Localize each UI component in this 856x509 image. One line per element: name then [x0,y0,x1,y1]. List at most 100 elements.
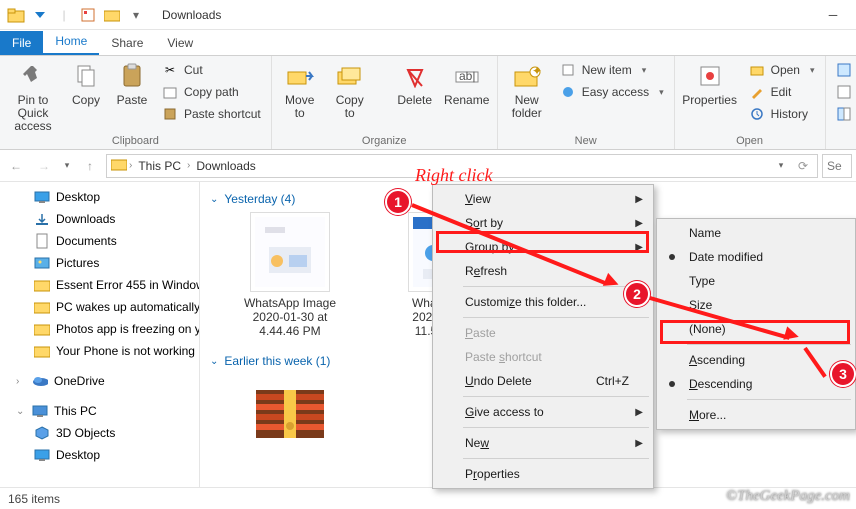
delete-button[interactable]: Delete [393,60,437,107]
copyto-icon [334,60,366,92]
crumb-downloads[interactable]: Downloads [192,159,259,173]
ctxsub-type[interactable]: Type [659,269,853,293]
recent-button[interactable]: ▾ [60,154,74,178]
new-folder-button[interactable]: ✦New folder [504,60,550,120]
anno-rightclick-label: Right click [415,165,492,186]
easy-access-button[interactable]: Easy access▾ [556,82,668,102]
ctxsub-size[interactable]: Size [659,293,853,317]
ctxsub-name[interactable]: Name [659,221,853,245]
selectall-icon [836,62,852,78]
nav-pictures[interactable]: Pictures [0,252,199,274]
3dobjects-icon [34,425,50,441]
moveto-label: Move to [285,94,314,120]
properties-icon [694,60,726,92]
ctx-new[interactable]: New▶ [435,431,651,455]
window-title: Downloads [152,8,221,22]
paste-button[interactable]: Paste [112,60,152,107]
newfolder-label: New folder [512,94,542,120]
ctx-paste: Paste [435,321,651,345]
newitem-label: New item [582,63,632,77]
chevron-down-icon: ▾ [642,65,647,76]
qat-overflow-icon[interactable]: ▾ [126,5,146,25]
chevron-down-icon: ▾ [810,65,815,76]
nav-label: Pictures [56,256,99,270]
search-box[interactable]: Se [822,154,852,178]
nav-onedrive[interactable]: ›OneDrive [0,370,199,392]
up-button[interactable]: ↑ [78,154,102,178]
dropdown-icon[interactable] [30,5,50,25]
chevron-right-icon[interactable]: › [16,376,26,387]
easyaccess-icon [560,84,576,100]
rename-button[interactable]: ab|Rename [443,60,491,107]
move-to-button[interactable]: Move to [278,60,322,120]
cut-button[interactable]: ✂Cut [158,60,265,80]
copy-path-button[interactable]: Copy path [158,82,265,102]
folder-icon [34,343,50,359]
nav-folder-3[interactable]: Photos app is freezing on yo [0,318,199,340]
nav-folder-2[interactable]: PC wakes up automatically [0,296,199,318]
back-button[interactable]: ← [4,154,28,178]
qat-divider: | [54,5,74,25]
new-item-button[interactable]: New item ▾ [556,60,668,80]
ctxsub-ascending[interactable]: Ascending [659,348,853,372]
copy-button[interactable]: Copy [66,60,106,107]
history-button[interactable]: History [745,104,819,124]
ribbon-tabs: File Home Share View [0,30,856,56]
nav-folder-1[interactable]: Essent Error 455 in Windows [0,274,199,296]
minimize-button[interactable]: ─ [810,0,856,30]
anno-badge-2: 2 [624,281,650,307]
select-all-button[interactable]: Select all [832,60,856,80]
nav-thispc[interactable]: ⌄This PC [0,400,199,422]
paste-shortcut-button[interactable]: Paste shortcut [158,104,265,124]
folder-yellow-icon[interactable] [102,5,122,25]
group-organize-label: Organize [278,133,491,147]
chevron-right-icon: ▶ [635,407,643,418]
context-menu: View▶ Sort by▶ Group by▶ Refresh Customi… [432,184,654,489]
edit-button[interactable]: Edit [745,82,819,102]
paste-icon [116,60,148,92]
select-none-button[interactable]: Select none [832,82,856,102]
file-item[interactable] [226,374,354,454]
ctx-view[interactable]: View▶ [435,187,651,211]
nav-3dobjects[interactable]: 3D Objects [0,422,199,444]
refresh-icon[interactable]: ⟳ [793,154,813,178]
tab-home[interactable]: Home [43,29,99,55]
copy-to-button[interactable]: Copy to [328,60,372,120]
properties-icon[interactable] [78,5,98,25]
ctxsub-date-modified[interactable]: Date modified [659,245,853,269]
nav-folder-4[interactable]: Your Phone is not working [0,340,199,362]
desktop-icon [34,447,50,463]
address-dropdown-icon[interactable]: ▾ [771,154,791,178]
ctx-undo-delete[interactable]: Undo DeleteCtrl+Z [435,369,651,393]
pin-to-quick-access-button[interactable]: Pin to Quick access [6,60,60,133]
chevron-right-icon[interactable]: › [129,160,132,171]
ctxsub-more[interactable]: More... [659,403,853,427]
crumb-thispc[interactable]: This PC [134,159,185,173]
nav-label: Your Phone is not working [56,344,195,358]
open-button[interactable]: Open▾ [745,60,819,80]
chevron-down-icon[interactable]: ⌄ [16,406,26,417]
file-item[interactable]: WhatsApp Image 2020-01-30 at 4.44.46 PM [226,212,354,338]
invert-selection-button[interactable]: Invert selection [832,104,856,124]
folder-icon [34,277,50,293]
properties-button[interactable]: Properties [681,60,739,107]
forward-button[interactable]: → [32,154,56,178]
scissors-icon: ✂ [162,62,178,78]
tab-share[interactable]: Share [99,31,155,55]
chevron-right-icon[interactable]: › [187,160,190,171]
nav-documents[interactable]: Documents [0,230,199,252]
ctx-customize[interactable]: Customize this folder... [435,290,651,314]
edit-icon [749,84,765,100]
ctx-label: Type [689,274,715,288]
ctx-give-access[interactable]: Give access to▶ [435,400,651,424]
folder-icon[interactable] [6,5,26,25]
tab-file[interactable]: File [0,31,43,55]
history-label: History [771,107,808,121]
nav-desktop-2[interactable]: Desktop [0,444,199,466]
nav-desktop[interactable]: Desktop [0,186,199,208]
tab-view[interactable]: View [155,31,205,55]
ctx-sort-by[interactable]: Sort by▶ [435,211,651,235]
ctx-properties[interactable]: Properties [435,462,651,486]
newfolder-icon: ✦ [511,60,543,92]
nav-downloads[interactable]: Downloads [0,208,199,230]
